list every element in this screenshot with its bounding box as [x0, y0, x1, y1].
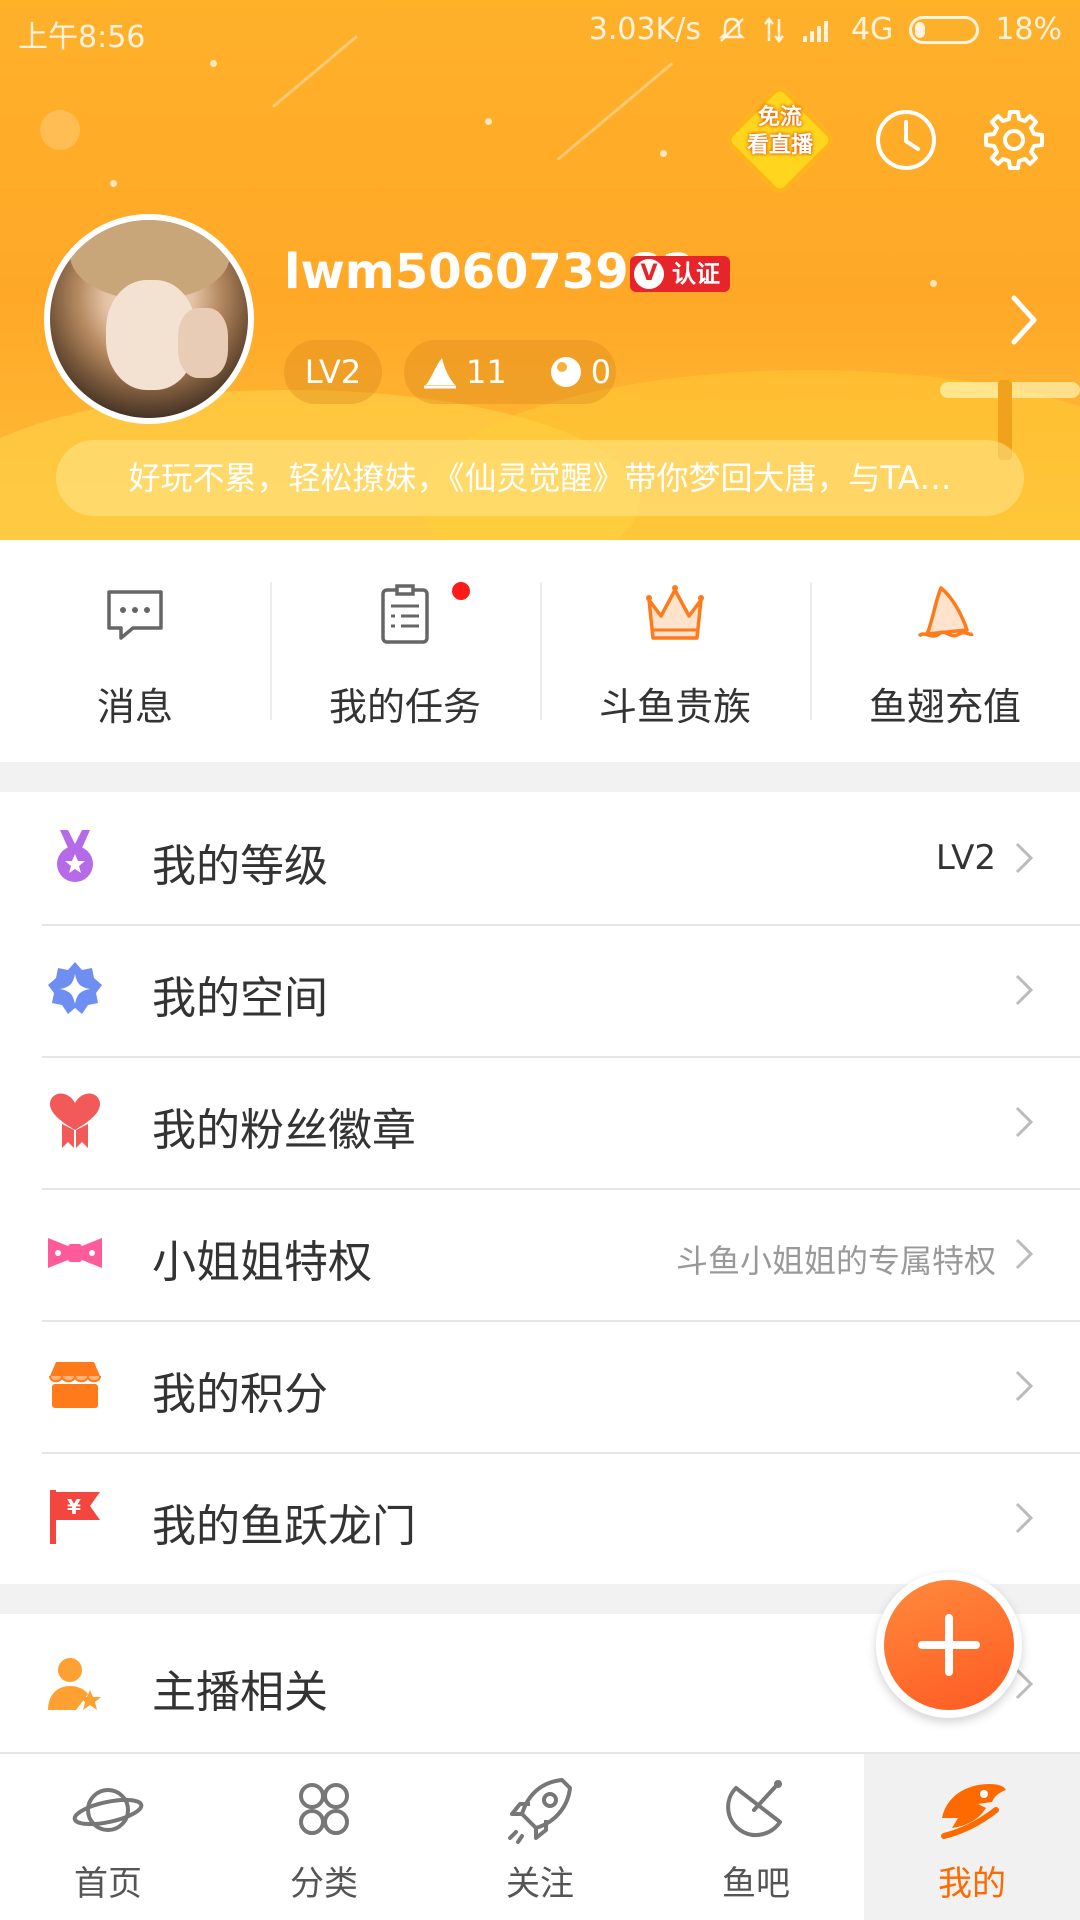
menu-label: 我的等级 [152, 841, 328, 892]
mute-bell-icon [718, 17, 745, 42]
signal-icon [802, 20, 828, 42]
chevron-right-icon [1015, 1502, 1034, 1534]
settings-gear-icon[interactable] [982, 108, 1046, 172]
chevron-right-icon [1015, 1238, 1034, 1270]
coin-count: 0 [590, 353, 612, 391]
chevron-right-icon[interactable] [1004, 290, 1044, 350]
nav-label: 关注 [506, 1864, 574, 1904]
menu-item-level[interactable]: 我的等级 LV2 [0, 792, 1080, 924]
task-icon [381, 584, 429, 644]
nav-label: 我的 [938, 1864, 1006, 1904]
nav-label: 首页 [74, 1864, 142, 1904]
menu-item-fan-badge[interactable]: 我的粉丝徽章 [0, 1056, 1080, 1188]
net-speed: 3.03K/s [588, 12, 701, 47]
ad-banner[interactable]: 好玩不累，轻松撩妹，《仙灵觉醒》带你梦回大唐，与TA… [56, 440, 1024, 516]
menu-item-lady-privilege[interactable]: 小姐姐特权 斗鱼小姐姐的专属特权 [0, 1188, 1080, 1320]
message-icon [107, 590, 163, 640]
data-arrows-icon [763, 16, 784, 43]
quick-actions: 消息 我的任务 斗鱼贵族 鱼翅充值 [0, 540, 1080, 762]
menu-list: 我的等级 LV2 我的空间 我的粉丝徽章 小姐姐特权 斗鱼小姐姐的专属特权 我的… [0, 792, 1080, 1584]
nav-label: 分类 [290, 1864, 358, 1904]
bottom-navigation: 首页 分类 关注 鱼吧 我的 [0, 1752, 1080, 1920]
medal-icon [57, 830, 93, 882]
crown-icon [646, 585, 704, 640]
verify-v-icon: V [634, 259, 664, 289]
coin-icon [550, 357, 581, 387]
avatar[interactable] [44, 214, 254, 424]
menu-label: 我的空间 [152, 973, 328, 1024]
nav-category[interactable]: 分类 [216, 1754, 432, 1920]
fin-recharge-icon [917, 586, 974, 638]
battery-percent: 18% [995, 12, 1062, 47]
battery-icon [909, 15, 980, 44]
free-data-live-badge[interactable]: 免流 看直播 [723, 83, 837, 197]
menu-item-space[interactable]: 我的空间 [0, 924, 1080, 1056]
profile-header: 上午8:56 3.03K/s 4G 18% 免流 看直播 lwm50607398… [0, 0, 1080, 540]
planet-icon [72, 1788, 144, 1832]
quick-item-messages[interactable]: 消息 [0, 540, 270, 762]
quick-label: 我的任务 [328, 685, 481, 729]
history-clock-icon[interactable] [874, 108, 938, 172]
level-pill[interactable]: LV2 [284, 340, 382, 404]
satellite-icon [726, 1780, 782, 1838]
rocket-icon [508, 1778, 572, 1844]
menu-label: 小姐姐特权 [152, 1237, 372, 1288]
svg-text:¥: ¥ [67, 1495, 81, 1519]
chevron-right-icon [1015, 842, 1034, 874]
status-bar: 上午8:56 3.03K/s 4G 18% [0, 0, 1080, 62]
menu-item-dragon-gate[interactable]: ¥ 我的鱼跃龙门 [0, 1452, 1080, 1584]
heart-badge-icon [50, 1093, 100, 1148]
nav-mine[interactable]: 我的 [864, 1754, 1080, 1920]
fish-icon [941, 1784, 1006, 1839]
nav-follow[interactable]: 关注 [432, 1754, 648, 1920]
fin-count: 11 [466, 353, 507, 391]
sparkle-icon [48, 962, 102, 1014]
header-actions: 免流 看直播 [723, 83, 1046, 197]
plus-icon [918, 1614, 980, 1676]
flag-icon: ¥ [50, 1490, 100, 1544]
chevron-right-icon [1015, 1370, 1034, 1402]
menu-value: LV2 [935, 838, 996, 878]
quick-label: 消息 [96, 685, 173, 729]
anchor-user-icon [48, 1658, 101, 1710]
quick-item-nobility[interactable]: 斗鱼贵族 [540, 540, 810, 762]
verified-badge: V 认证 [630, 256, 730, 292]
bow-icon [48, 1238, 102, 1268]
network-type: 4G [850, 12, 894, 47]
menu-item-points[interactable]: 我的积分 [0, 1320, 1080, 1452]
menu-label: 我的粉丝徽章 [152, 1105, 416, 1156]
grid-icon [299, 1783, 349, 1835]
assets-pill[interactable]: 11 0 [404, 340, 616, 404]
screen: 上午8:56 3.03K/s 4G 18% 免流 看直播 lwm50607398… [0, 0, 1080, 1920]
menu-label: 我的鱼跃龙门 [152, 1501, 416, 1552]
nav-label: 鱼吧 [722, 1864, 790, 1904]
chevron-right-icon [1015, 974, 1034, 1006]
quick-item-tasks[interactable]: 我的任务 [270, 540, 540, 762]
nav-home[interactable]: 首页 [0, 1754, 216, 1920]
quick-item-recharge[interactable]: 鱼翅充值 [810, 540, 1080, 762]
menu-label: 主播相关 [152, 1667, 328, 1718]
notification-dot [452, 582, 470, 600]
fin-icon [424, 358, 456, 389]
menu-value: 斗鱼小姐姐的专属特权 [675, 1242, 996, 1280]
nav-fishbar[interactable]: 鱼吧 [648, 1754, 864, 1920]
avatar-image [50, 220, 248, 418]
status-time: 上午8:56 [18, 20, 146, 55]
floating-add-button[interactable] [876, 1572, 1022, 1718]
quick-label: 鱼翅充值 [868, 685, 1021, 729]
quick-label: 斗鱼贵族 [598, 685, 751, 729]
menu-label: 我的积分 [152, 1369, 328, 1420]
chevron-right-icon [1015, 1106, 1034, 1138]
shop-icon [49, 1362, 101, 1408]
